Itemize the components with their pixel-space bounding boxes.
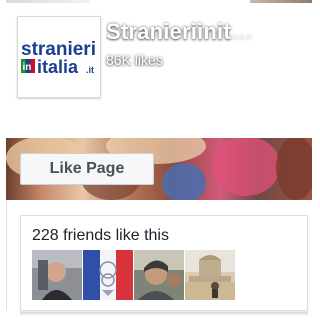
friends-count-text[interactable]: 228 friends like this xyxy=(32,227,169,245)
top-strip xyxy=(0,0,312,12)
page-title-fade: … xyxy=(230,19,254,44)
logo-word-it: .it xyxy=(86,65,94,75)
friend-photo-4[interactable] xyxy=(185,250,235,300)
logo-word-in: in xyxy=(23,62,32,73)
friends-like-card: 228 friends like this xyxy=(20,215,308,311)
logo-image: stranieri in italia .it xyxy=(18,17,100,97)
avatar xyxy=(32,250,82,300)
friend-photo-3[interactable] xyxy=(134,250,184,300)
avatar xyxy=(83,250,133,300)
card-left-rule xyxy=(6,200,20,310)
friend-photo-2[interactable] xyxy=(83,250,133,300)
like-page-button[interactable]: Like Page xyxy=(20,153,154,185)
top-shade-left xyxy=(6,0,90,3)
logo-word-italia: italia xyxy=(37,57,79,77)
page-title[interactable]: Stranieriinit… xyxy=(106,19,306,45)
card-bottom-shadow xyxy=(20,312,308,316)
friend-photo-1[interactable] xyxy=(32,250,82,300)
page-title-text[interactable]: Stranieriinit xyxy=(106,19,231,44)
avatar xyxy=(134,250,184,300)
top-shade-right xyxy=(250,0,312,3)
page-logo[interactable]: stranieri in italia .it xyxy=(17,16,101,98)
likes-count: 86K likes xyxy=(106,52,163,68)
avatar xyxy=(185,250,235,300)
